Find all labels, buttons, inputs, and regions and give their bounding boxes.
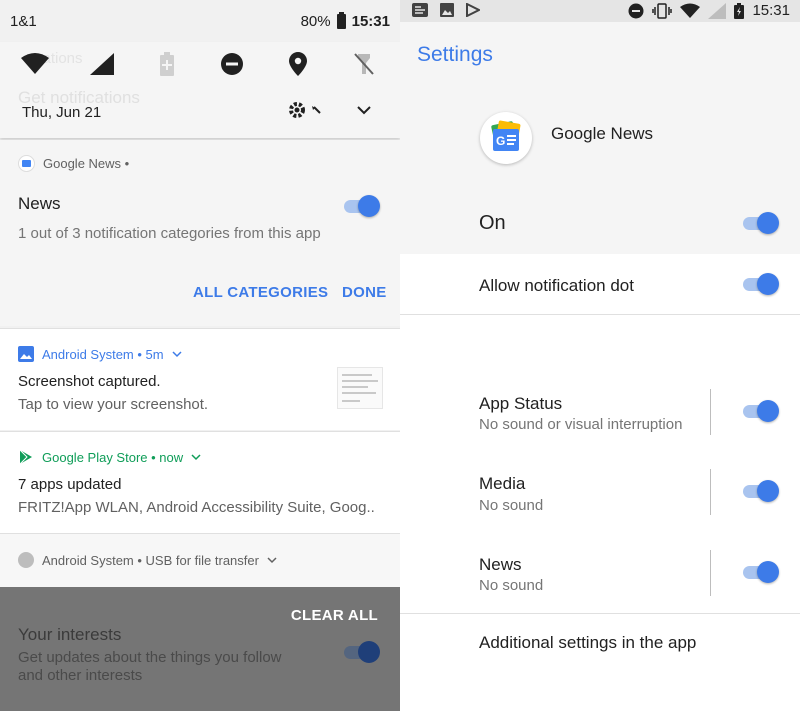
usb-notification[interactable]: Android System • USB for file transfer (0, 533, 400, 587)
status-time: 15:31 (351, 13, 390, 30)
category-toggle[interactable] (741, 400, 779, 422)
vertical-divider (710, 550, 711, 596)
battery-percent: 80% (300, 13, 331, 30)
app-line: Android System • USB for file transfer (42, 552, 259, 568)
status-bar: 1&1 80% 15:31 (0, 0, 400, 42)
news-toggle[interactable] (342, 195, 380, 217)
category-title: Media (479, 474, 526, 493)
wifi-icon[interactable] (21, 50, 49, 78)
wifi-icon (680, 3, 701, 18)
google-news-status-icon (412, 3, 428, 17)
app-header: Google Play Store • now (18, 449, 201, 465)
vertical-divider (710, 389, 711, 435)
divider (400, 613, 800, 614)
play-store-icon (19, 449, 32, 465)
image-icon (440, 3, 454, 17)
screenshot-notification[interactable]: Android System • 5m Screenshot captured.… (0, 328, 400, 430)
interests-toggle[interactable] (342, 641, 380, 663)
play-store-notification[interactable]: Google Play Store • now 7 apps updated F… (0, 431, 400, 533)
category-title: News (479, 555, 522, 574)
master-toggle[interactable] (741, 212, 779, 234)
chevron-down-icon[interactable] (267, 556, 277, 564)
flashlight-off-icon[interactable] (350, 50, 378, 78)
status-bar: 15:31 (400, 0, 800, 22)
vibrate-icon (652, 2, 673, 19)
interests-title: Your interests (18, 625, 122, 644)
google-news-icon (18, 155, 35, 172)
chevron-down-icon[interactable] (191, 453, 201, 461)
vertical-divider (710, 469, 711, 515)
play-store-icon (466, 3, 480, 17)
date-label: Thu, Jun 21 (22, 104, 102, 121)
category-toggle[interactable] (741, 480, 779, 502)
allow-dot-label: Allow notification dot (479, 276, 634, 295)
category-subtitle: No sound or visual interruption (479, 416, 683, 433)
signal-icon[interactable] (88, 50, 116, 78)
dimmed-overlay: CLEAR ALL Your interests Get updates abo… (0, 587, 400, 711)
status-left-icons (412, 3, 480, 17)
google-news-app-icon: G (480, 112, 532, 164)
additional-settings-link[interactable]: Additional settings in the app (479, 633, 696, 653)
allow-dot-toggle[interactable] (741, 273, 779, 295)
category-toggle[interactable] (741, 561, 779, 583)
all-categories-button[interactable]: ALL CATEGORIES (193, 284, 328, 301)
location-icon[interactable] (284, 50, 312, 78)
page-title: Settings (417, 43, 493, 66)
signal-icon (708, 2, 727, 19)
google-news-notification[interactable]: Google News • News 1 out of 3 notificati… (0, 140, 400, 326)
notification-title: 7 apps updated (18, 476, 122, 493)
category-subtitle: No sound (479, 497, 544, 514)
done-button[interactable]: DONE (342, 284, 387, 301)
svg-text:G: G (496, 134, 505, 148)
battery-icon (336, 12, 346, 29)
app-header: Google News • (18, 155, 129, 172)
android-system-icon (18, 552, 34, 568)
app-line: Google News • (43, 156, 130, 171)
app-notification-settings: 15:31 Settings G Google News On Allow no… (400, 0, 800, 711)
notification-title: News (18, 194, 61, 213)
master-toggle-label: On (479, 212, 506, 234)
notification-title: Screenshot captured. (18, 373, 161, 390)
quick-settings-panel: cations Get notifications Thu, Jun 21 (0, 42, 400, 138)
notification-subtitle: 1 out of 3 notification categories from … (18, 225, 321, 242)
screenshot-thumbnail[interactable] (337, 367, 383, 409)
notification-text: Tap to view your screenshot. (18, 396, 209, 413)
app-header: Android System • 5m (18, 346, 182, 362)
notification-shade: 1&1 80% 15:31 cations Get notifications … (0, 0, 400, 711)
status-time: 15:31 (752, 2, 790, 19)
category-title: App Status (479, 394, 563, 413)
settings-gear-icon[interactable] (288, 100, 324, 120)
chevron-down-icon[interactable] (354, 102, 374, 118)
notification-text: FRITZ!App WLAN, Android Accessibility Su… (18, 499, 375, 516)
battery-charging-icon (734, 2, 745, 19)
carrier-label: 1&1 (10, 13, 37, 30)
app-header: Android System • USB for file transfer (18, 552, 277, 568)
dnd-icon[interactable] (218, 50, 246, 78)
chevron-down-icon[interactable] (172, 350, 182, 358)
status-right: 80% 15:31 (300, 12, 390, 30)
category-subtitle: No sound (479, 577, 544, 594)
clear-all-button[interactable]: CLEAR ALL (291, 607, 378, 624)
app-name: Google News (551, 124, 654, 143)
image-icon (18, 346, 34, 362)
app-line: Android System • 5m (42, 346, 164, 362)
divider (400, 314, 800, 315)
interests-subtitle: Get updates about the things you follow … (18, 649, 282, 684)
app-line: Google Play Store • now (42, 449, 184, 465)
battery-saver-icon[interactable] (153, 50, 181, 78)
dnd-icon (628, 3, 644, 18)
status-right: 15:31 (628, 2, 790, 19)
